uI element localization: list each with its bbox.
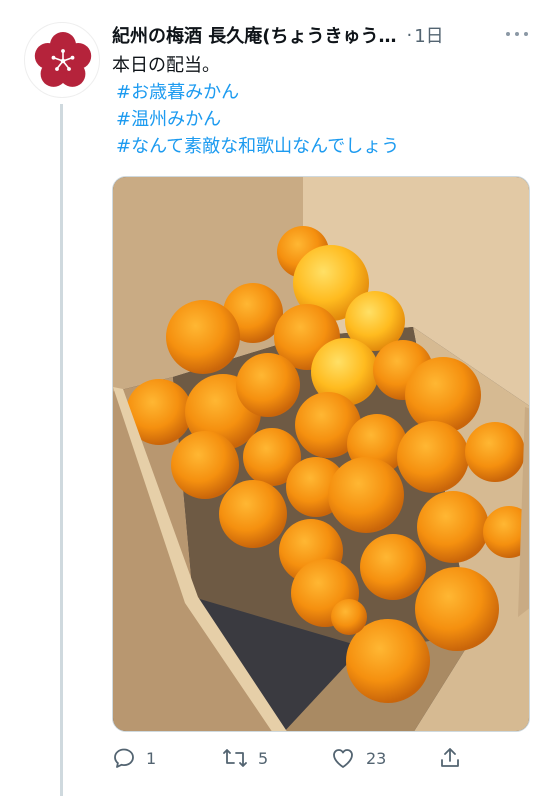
thread-line bbox=[60, 104, 63, 796]
tweet-header: 紀州の梅酒 長久庵(ちょうきゅう… · 1日 bbox=[112, 18, 532, 52]
tweet-photo[interactable] bbox=[112, 176, 530, 732]
reply-count: 1 bbox=[146, 748, 157, 768]
hashtag-link[interactable]: #温州みかん bbox=[116, 106, 532, 133]
reply-button[interactable]: 1 bbox=[112, 746, 156, 770]
like-count: 23 bbox=[366, 748, 387, 768]
retweet-button[interactable]: 5 bbox=[222, 746, 268, 770]
share-icon bbox=[441, 748, 459, 767]
oranges-in-box-image bbox=[113, 177, 529, 731]
timestamp[interactable]: 1日 bbox=[414, 22, 443, 48]
tweet[interactable]: 紀州の梅酒 長久庵(ちょうきゅう… · 1日 本日の配当。 #お歳暮みかん #温… bbox=[112, 18, 532, 768]
hashtag-link[interactable]: #お歳暮みかん bbox=[116, 79, 532, 106]
retweet-count: 5 bbox=[258, 748, 269, 768]
share-button[interactable] bbox=[438, 746, 472, 770]
tweet-text-line: 本日の配当。 bbox=[112, 55, 220, 76]
tweet-actions: 1 5 23 bbox=[112, 746, 532, 776]
display-name[interactable]: 紀州の梅酒 長久庵(ちょうきゅう… bbox=[112, 22, 397, 48]
plum-blossom-icon bbox=[34, 32, 92, 87]
separator-dot: · bbox=[406, 24, 413, 46]
avatar-column bbox=[24, 22, 100, 98]
more-options-icon[interactable] bbox=[506, 22, 532, 44]
retweet-icon bbox=[223, 749, 247, 767]
tweet-text: 本日の配当。 #お歳暮みかん #温州みかん #なんて素敵な和歌山なんでしょう bbox=[112, 52, 532, 160]
avatar[interactable] bbox=[24, 22, 100, 98]
hashtag-link[interactable]: #なんて素敵な和歌山なんでしょう bbox=[116, 133, 532, 160]
heart-icon bbox=[333, 749, 353, 768]
reply-icon bbox=[114, 748, 134, 768]
like-button[interactable]: 23 bbox=[330, 746, 386, 770]
